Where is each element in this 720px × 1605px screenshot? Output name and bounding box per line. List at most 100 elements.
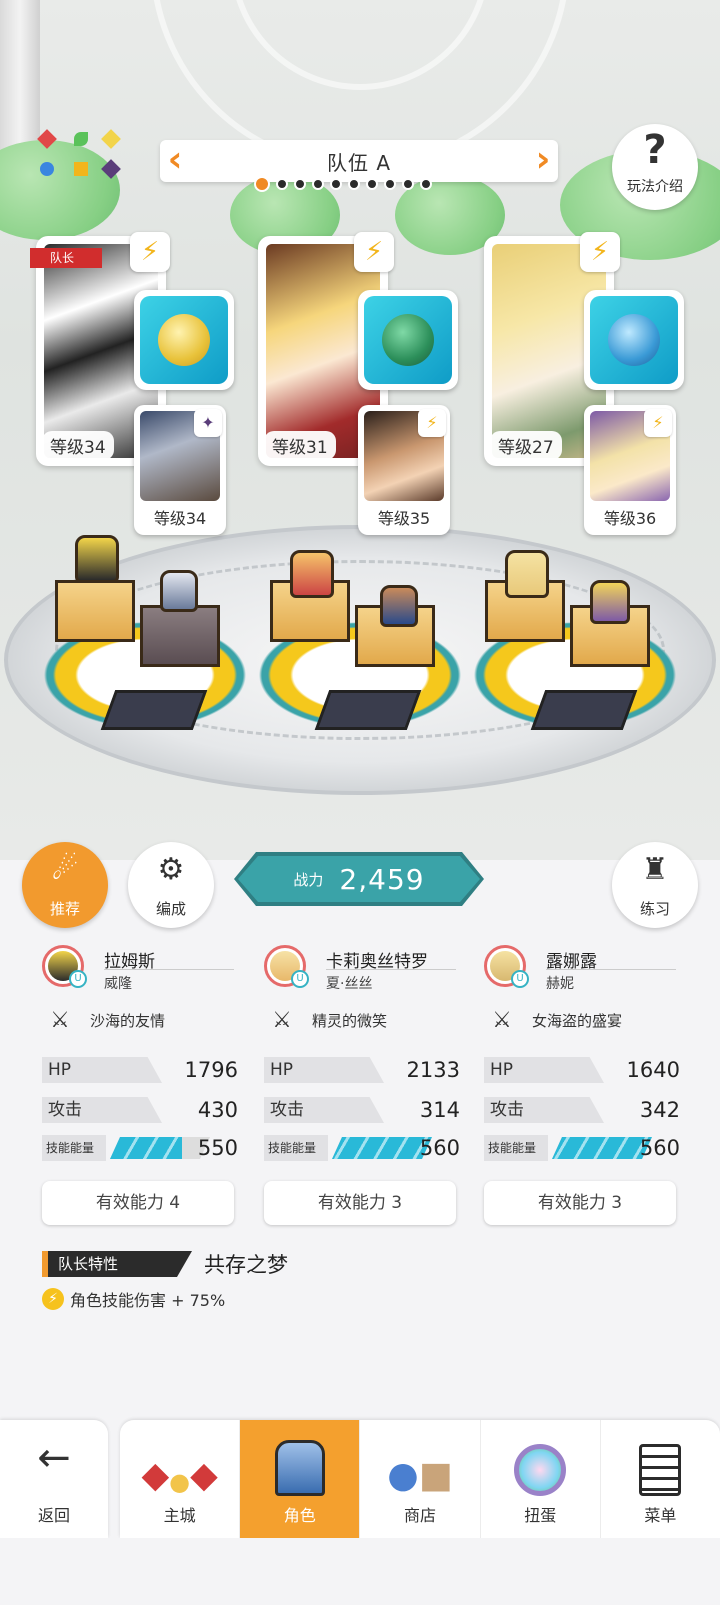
back-button[interactable]: ← 返回 bbox=[0, 1420, 108, 1538]
leader-tag: 队长 bbox=[30, 248, 102, 268]
leader-trait: 队长特性 共存之梦 bbox=[42, 1249, 288, 1279]
leader-trait-tag: 队长特性 bbox=[42, 1251, 192, 1277]
skill-energy-bar bbox=[332, 1137, 432, 1159]
tab-menu[interactable]: 菜单 bbox=[601, 1420, 720, 1538]
unison-icon: U bbox=[511, 970, 529, 988]
formation-gear-icon: ⚙ bbox=[157, 852, 185, 887]
team-page-dot[interactable] bbox=[254, 176, 270, 192]
element-chart-icon[interactable] bbox=[30, 128, 130, 188]
skill-energy-value: 560 bbox=[419, 1136, 460, 1160]
prev-team-arrow-icon[interactable]: ‹ bbox=[162, 140, 188, 182]
skill-energy-value: 550 bbox=[197, 1136, 238, 1160]
attack-stat: 攻击 430 bbox=[42, 1097, 238, 1123]
hp-value: 1640 bbox=[626, 1058, 680, 1082]
level-label: 等级31 bbox=[264, 431, 336, 460]
thunder-gem-icon bbox=[74, 162, 88, 176]
weapon-skill-icon: ⚔ bbox=[272, 1008, 292, 1033]
recommend-icon: ☄ bbox=[51, 852, 79, 887]
unison-icon: U bbox=[291, 970, 309, 988]
weapon-skill-name: 沙海的友情 bbox=[90, 1012, 166, 1030]
attack-stat: 攻击 314 bbox=[264, 1097, 460, 1123]
unison-card-3[interactable]: ⚡ 等级36 bbox=[584, 405, 676, 535]
skill-energy-label: 技能能量 bbox=[42, 1135, 106, 1161]
attack-stat: 攻击 342 bbox=[484, 1097, 680, 1123]
unison-sprite-1[interactable] bbox=[160, 570, 198, 612]
tab-home[interactable]: ◆ ● ◆ 主城 bbox=[120, 1420, 241, 1538]
tab-character[interactable]: 角色 bbox=[240, 1420, 361, 1538]
recommend-button[interactable]: ☄ 推荐 bbox=[22, 842, 108, 928]
tab-shop[interactable]: ● ■ 商店 bbox=[360, 1420, 481, 1538]
practice-button[interactable]: ♜ 练习 bbox=[612, 842, 698, 928]
weapon-slot-3[interactable] bbox=[584, 290, 684, 390]
unit-sprite-1[interactable] bbox=[75, 535, 119, 583]
unison-name: 赫妮 bbox=[546, 976, 574, 992]
question-icon: ? bbox=[643, 127, 667, 173]
team-power: 战力 2,459 bbox=[234, 852, 484, 906]
unison-name: 威隆 bbox=[104, 976, 132, 992]
weapon-slot-2[interactable] bbox=[358, 290, 458, 390]
team-page-dot[interactable] bbox=[366, 178, 378, 190]
weapon-skill-icon: ⚔ bbox=[50, 1008, 70, 1033]
effective-ability-button-3[interactable]: 有效能力 3 bbox=[484, 1181, 676, 1225]
castle-icon: ◆ ● ◆ bbox=[141, 1455, 218, 1496]
help-button[interactable]: ? 玩法介绍 bbox=[612, 124, 698, 210]
team-page-dot[interactable] bbox=[312, 178, 324, 190]
attack-value: 342 bbox=[639, 1098, 680, 1122]
power-label: 战力 bbox=[293, 870, 324, 889]
weapon-tile bbox=[530, 690, 638, 730]
effective-ability-button-2[interactable]: 有效能力 3 bbox=[264, 1181, 456, 1225]
team-page-dot[interactable] bbox=[348, 178, 360, 190]
hp-label: HP bbox=[484, 1057, 604, 1083]
dark-element-icon: ✦ bbox=[194, 409, 222, 437]
effective-ability-button-1[interactable]: 有效能力 4 bbox=[42, 1181, 234, 1225]
team-page-dots[interactable] bbox=[254, 176, 432, 192]
shop-bag-icon: ● ■ bbox=[387, 1455, 453, 1496]
unison-sprite-3[interactable] bbox=[590, 580, 630, 624]
leader-trait-name: 共存之梦 bbox=[204, 1253, 288, 1277]
unison-icon: U bbox=[69, 970, 87, 988]
team-page-dot[interactable] bbox=[294, 178, 306, 190]
power-value: 2,459 bbox=[339, 862, 425, 896]
unison-level-label: 等级34 bbox=[153, 509, 207, 528]
team-page-dot[interactable] bbox=[330, 178, 342, 190]
unit-sprite-3[interactable] bbox=[505, 550, 549, 598]
unison-name: 夏·丝丝 bbox=[326, 976, 373, 992]
unit-sprite-2[interactable] bbox=[290, 550, 334, 598]
formation-button[interactable]: ⚙ 编成 bbox=[128, 842, 214, 928]
thunder-element-icon: ⚡ bbox=[644, 409, 672, 437]
team-page-dot[interactable] bbox=[384, 178, 396, 190]
sprite-block bbox=[140, 605, 220, 667]
team-page-dot[interactable] bbox=[420, 178, 432, 190]
dark-gem-icon bbox=[101, 159, 121, 179]
next-team-arrow-icon[interactable]: › bbox=[530, 140, 556, 182]
weapon-slot-1[interactable] bbox=[134, 290, 234, 390]
tab-character-label: 角色 bbox=[283, 1506, 316, 1525]
team-title: 队伍 A bbox=[326, 150, 392, 175]
tab-shop-label: 商店 bbox=[404, 1506, 437, 1525]
hp-stat: HP 1796 bbox=[42, 1057, 238, 1083]
skill-energy-stat: 技能能量 560 bbox=[264, 1135, 460, 1161]
tab-home-label: 主城 bbox=[163, 1506, 196, 1525]
footer-strip bbox=[0, 1538, 720, 1605]
unison-card-2[interactable]: ⚡ 等级35 bbox=[358, 405, 450, 535]
unison-sprite-2[interactable] bbox=[380, 585, 418, 627]
skill-energy-stat: 技能能量 550 bbox=[42, 1135, 238, 1161]
team-page-dot[interactable] bbox=[402, 178, 414, 190]
light-gem-icon bbox=[101, 129, 121, 149]
leader-trait-effect-text: 角色技能伤害 + 75% bbox=[70, 1291, 226, 1310]
skill-energy-label: 技能能量 bbox=[484, 1135, 548, 1161]
weapon-skill-name: 女海盗的盛宴 bbox=[532, 1012, 623, 1030]
unison-card-1[interactable]: ✦ 等级34 bbox=[134, 405, 226, 535]
menu-list-icon bbox=[601, 1420, 720, 1496]
tab-gacha[interactable]: 扭蛋 bbox=[481, 1420, 601, 1538]
back-label: 返回 bbox=[37, 1506, 70, 1525]
wind-gem-icon bbox=[74, 132, 88, 146]
formation-label: 编成 bbox=[155, 900, 186, 918]
character-icon bbox=[240, 1420, 359, 1496]
team-page-dot[interactable] bbox=[276, 178, 288, 190]
hp-stat: HP 2133 bbox=[264, 1057, 460, 1083]
skill-energy-bar bbox=[552, 1137, 652, 1159]
weapon-tile bbox=[314, 690, 422, 730]
skill-energy-stat: 技能能量 560 bbox=[484, 1135, 680, 1161]
hp-stat: HP 1640 bbox=[484, 1057, 680, 1083]
